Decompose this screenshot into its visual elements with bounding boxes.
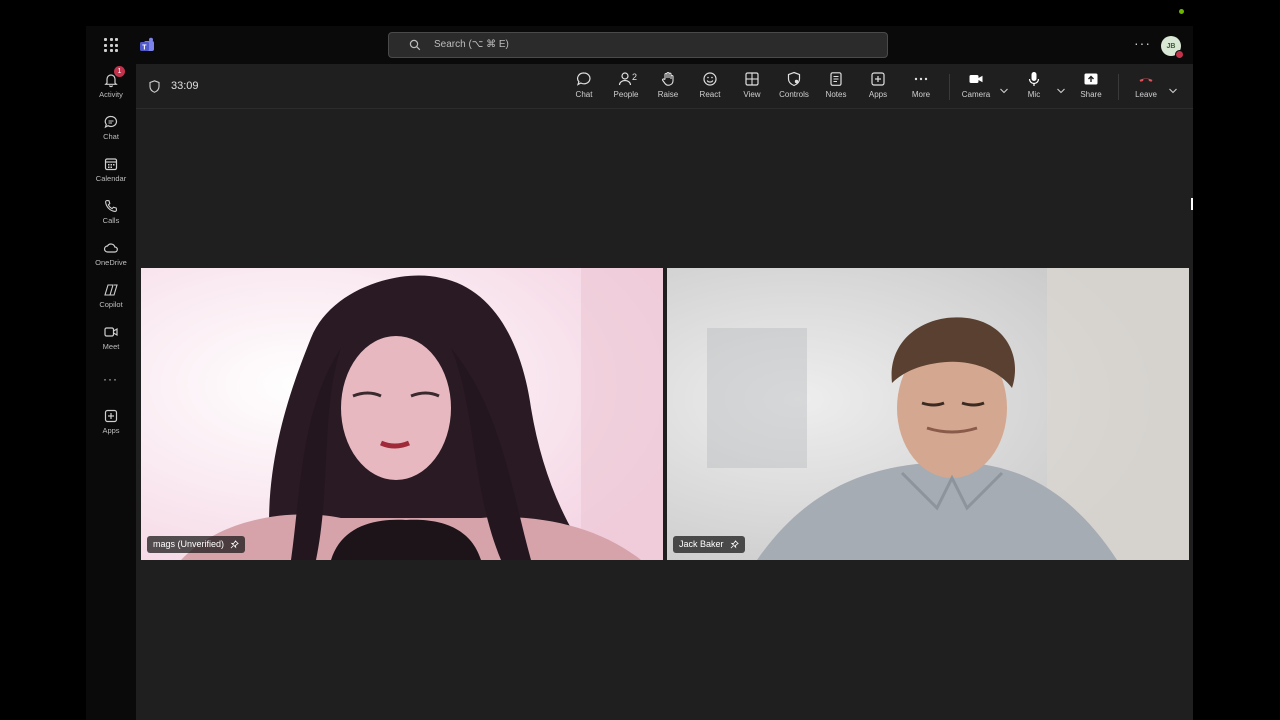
hand-icon <box>662 71 674 86</box>
search-placeholder: Search (⌥ ⌘ E) <box>434 39 509 50</box>
rail-label: Copilot <box>99 300 123 309</box>
toolbar-divider <box>1118 74 1119 100</box>
participant-name-tag: Jack Baker <box>673 536 745 553</box>
rail-label: OneDrive <box>95 258 127 267</box>
people-label: People <box>613 90 639 99</box>
notes-label: Notes <box>825 90 847 99</box>
hang-up-icon <box>1139 78 1153 82</box>
chat-icon <box>104 115 118 129</box>
copilot-icon <box>104 284 118 296</box>
smiley-icon <box>703 72 717 86</box>
notes-button[interactable]: Notes <box>814 71 858 105</box>
apps-label: Apps <box>868 90 888 99</box>
notes-icon <box>830 72 842 86</box>
video-tile-mags[interactable]: mags (Unverified) <box>141 268 663 560</box>
share-button[interactable]: Share <box>1069 71 1113 105</box>
more-options-icon[interactable]: ··· <box>1134 35 1151 51</box>
leave-button[interactable]: Leave <box>1124 71 1168 105</box>
rail-label: Meet <box>102 342 120 351</box>
camera-icon <box>969 75 983 83</box>
search-icon <box>409 39 421 51</box>
react-button[interactable]: React <box>688 71 732 105</box>
participant-video-image <box>667 268 1189 560</box>
leave-label: Leave <box>1135 90 1157 99</box>
app-launcher-icon[interactable] <box>104 38 118 52</box>
participant-name: Jack Baker <box>679 539 724 549</box>
chat-label: Chat <box>575 90 593 99</box>
pin-icon[interactable] <box>230 540 239 549</box>
mic-label: Mic <box>1027 90 1041 99</box>
more-apps-icon[interactable]: ··· <box>103 372 118 386</box>
camera-label: Camera <box>961 90 991 99</box>
raise-label: Raise <box>657 90 679 99</box>
busy-status-icon <box>1175 50 1184 59</box>
rail-label: Activity <box>99 90 123 99</box>
text-cursor-icon <box>1191 198 1193 210</box>
toolbar-divider <box>949 74 950 100</box>
add-app-icon <box>104 409 118 423</box>
more-label: More <box>911 90 931 99</box>
rail-label: Calendar <box>95 174 127 183</box>
camera-button[interactable]: Camera <box>954 71 998 105</box>
mic-options-chevron-icon[interactable] <box>1056 88 1066 94</box>
meeting-timer: 33:09 <box>171 80 199 92</box>
rail-item-apps[interactable]: Apps <box>86 408 136 444</box>
meeting-control-bar: 33:09 Chat 2 People Raise React View Con… <box>136 64 1193 109</box>
more-icon <box>914 77 928 81</box>
people-count: 2 <box>632 72 638 82</box>
participant-name-tag: mags (Unverified) <box>147 536 246 553</box>
pin-icon[interactable] <box>730 540 739 549</box>
rail-item-calendar[interactable]: Calendar <box>86 156 136 192</box>
camera-options-chevron-icon[interactable] <box>999 88 1009 94</box>
search-input[interactable]: Search (⌥ ⌘ E) <box>388 32 888 58</box>
leave-options-chevron-icon[interactable] <box>1168 88 1178 94</box>
rail-item-copilot[interactable]: Copilot <box>86 282 136 318</box>
chat-button[interactable]: Chat <box>562 71 606 105</box>
app-rail: 1 Activity Chat Calendar Calls OneDrive … <box>86 64 136 720</box>
share-label: Share <box>1080 90 1102 99</box>
grid-view-icon <box>745 72 759 86</box>
add-app-icon <box>871 72 885 86</box>
participant-video-image <box>141 268 663 560</box>
raise-hand-button[interactable]: Raise <box>646 71 690 105</box>
teams-logo-icon: T <box>140 37 154 51</box>
view-button[interactable]: View <box>730 71 774 105</box>
rail-item-meet[interactable]: Meet <box>86 324 136 360</box>
mic-button[interactable]: Mic <box>1012 71 1056 105</box>
cloud-icon <box>103 243 118 253</box>
svg-text:T: T <box>142 44 147 51</box>
video-icon <box>104 327 118 337</box>
rail-label: Apps <box>102 426 120 435</box>
people-button[interactable]: 2 People <box>604 71 648 105</box>
participant-name: mags (Unverified) <box>153 539 225 549</box>
calendar-icon <box>104 158 118 171</box>
shield-settings-icon <box>787 71 801 87</box>
video-tile-jack-baker[interactable]: Jack Baker <box>667 268 1189 560</box>
rail-item-activity[interactable]: 1 Activity <box>86 66 136 108</box>
react-label: React <box>699 90 721 99</box>
shield-icon <box>149 80 160 93</box>
more-button[interactable]: More <box>899 71 943 105</box>
share-screen-icon <box>1084 73 1098 85</box>
rail-label: Chat <box>103 132 119 141</box>
microphone-icon <box>1028 72 1040 86</box>
phone-icon <box>105 199 118 212</box>
activity-badge: 1 <box>114 66 125 77</box>
rail-item-chat[interactable]: Chat <box>86 114 136 150</box>
chat-icon <box>576 72 591 86</box>
apps-button[interactable]: Apps <box>856 71 900 105</box>
rail-label: Calls <box>102 216 120 225</box>
rail-item-onedrive[interactable]: OneDrive <box>86 240 136 276</box>
controls-label: Controls <box>779 90 809 99</box>
view-label: View <box>743 90 761 99</box>
title-bar: T Search (⌥ ⌘ E) ··· JB <box>86 26 1193 64</box>
controls-button[interactable]: Controls <box>772 71 816 105</box>
presence-dot <box>1179 9 1184 14</box>
rail-item-calls[interactable]: Calls <box>86 198 136 234</box>
